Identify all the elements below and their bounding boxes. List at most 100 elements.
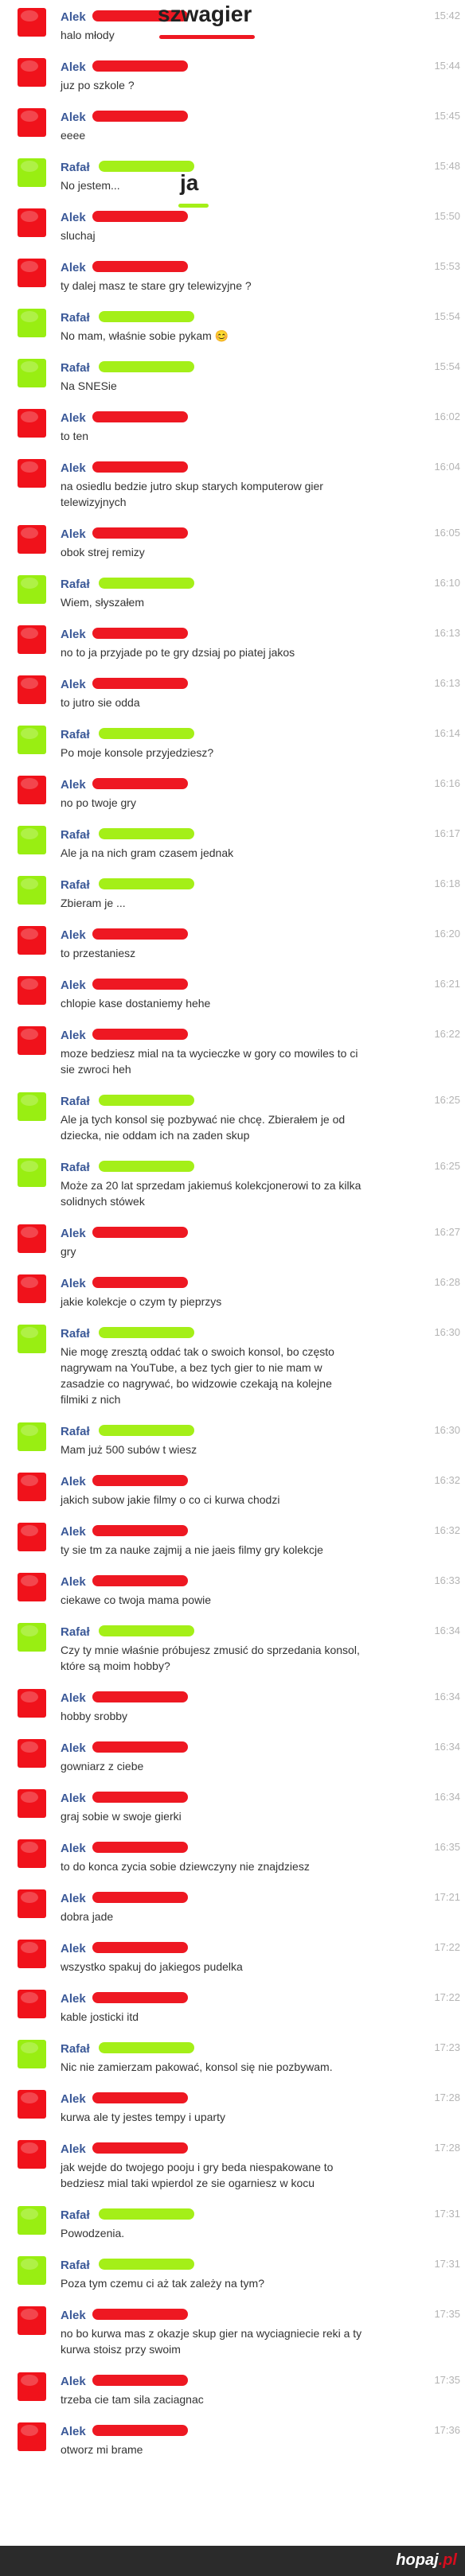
sender-name[interactable]: Rafał <box>61 361 90 375</box>
sender-name[interactable]: Alek <box>61 778 86 792</box>
avatar[interactable] <box>18 259 46 287</box>
sender-name[interactable]: Alek <box>61 211 86 224</box>
sender-name[interactable]: Alek <box>61 1792 86 1805</box>
avatar[interactable] <box>18 359 46 387</box>
sender-name[interactable]: Rafał <box>61 728 90 741</box>
sender-name[interactable]: Alek <box>61 111 86 124</box>
avatar[interactable] <box>18 1158 46 1187</box>
avatar[interactable] <box>18 1990 46 2018</box>
avatar[interactable] <box>18 726 46 754</box>
sender-name[interactable]: Alek <box>61 261 86 274</box>
avatar[interactable] <box>18 926 46 955</box>
sender-name[interactable]: Rafał <box>61 1425 90 1438</box>
sender-name[interactable]: Alek <box>61 1992 86 2006</box>
avatar[interactable] <box>18 525 46 554</box>
sender-name[interactable]: Alek <box>61 2375 86 2388</box>
sender-name[interactable]: Rafał <box>61 578 90 591</box>
avatar[interactable] <box>18 575 46 604</box>
avatar[interactable] <box>18 1422 46 1451</box>
avatar[interactable] <box>18 1325 46 1353</box>
avatar[interactable] <box>18 675 46 704</box>
avatar[interactable] <box>18 409 46 438</box>
avatar[interactable] <box>18 1940 46 1968</box>
sender-name[interactable]: Alek <box>61 1691 86 1705</box>
avatar[interactable] <box>18 625 46 654</box>
sender-name[interactable]: Rafał <box>61 2042 90 2056</box>
sender-name[interactable]: Alek <box>61 628 86 641</box>
avatar[interactable] <box>18 1689 46 1718</box>
avatar[interactable] <box>18 8 46 37</box>
message-line: bedziesz mial taki wpierdol ze sie ogarn… <box>61 2177 315 2189</box>
avatar[interactable] <box>18 1573 46 1601</box>
sender-name[interactable]: Alek <box>61 2142 86 2156</box>
avatar[interactable] <box>18 1523 46 1551</box>
message-line: Zbieram je ... <box>61 897 126 909</box>
sender-name[interactable]: Alek <box>61 1277 86 1290</box>
sender-name[interactable]: Alek <box>61 1525 86 1539</box>
sender-name[interactable]: Rafał <box>61 1161 90 1174</box>
avatar[interactable] <box>18 208 46 237</box>
avatar[interactable] <box>18 459 46 488</box>
sender-name[interactable]: Alek <box>61 2425 86 2438</box>
sender-name[interactable]: Alek <box>61 1741 86 1755</box>
avatar-highlight <box>21 578 38 589</box>
sender-name[interactable]: Alek <box>61 461 86 475</box>
avatar[interactable] <box>18 58 46 87</box>
avatar[interactable] <box>18 309 46 337</box>
sender-name[interactable]: Alek <box>61 1227 86 1240</box>
message-timestamp: 16:25 <box>434 1094 460 1106</box>
sender-name[interactable]: Alek <box>61 928 86 942</box>
sender-name[interactable]: Alek <box>61 411 86 425</box>
sender-name[interactable]: Alek <box>61 1942 86 1955</box>
avatar[interactable] <box>18 1274 46 1303</box>
avatar[interactable] <box>18 1092 46 1121</box>
avatar[interactable] <box>18 1224 46 1253</box>
sender-name[interactable]: Rafał <box>61 311 90 325</box>
sender-name[interactable]: Rafał <box>61 878 90 892</box>
avatar[interactable] <box>18 1026 46 1055</box>
sender-name[interactable]: Alek <box>61 1575 86 1589</box>
sender-name[interactable]: Rafał <box>61 161 90 174</box>
avatar[interactable] <box>18 976 46 1005</box>
sender-name[interactable]: Alek <box>61 10 86 24</box>
avatar[interactable] <box>18 2040 46 2068</box>
sender-name[interactable]: Rafał <box>61 828 90 842</box>
avatar[interactable] <box>18 876 46 905</box>
sender-name[interactable]: Alek <box>61 1029 86 1042</box>
avatar[interactable] <box>18 1623 46 1652</box>
avatar[interactable] <box>18 2306 46 2335</box>
avatar[interactable] <box>18 1739 46 1768</box>
sender-name[interactable]: Rafał <box>61 1327 90 1341</box>
message-timestamp: 17:21 <box>434 1891 460 1903</box>
sender-name[interactable]: Alek <box>61 1892 86 1905</box>
sender-name[interactable]: Rafał <box>61 1095 90 1108</box>
sender-name[interactable]: Alek <box>61 2309 86 2322</box>
avatar[interactable] <box>18 158 46 187</box>
sender-name[interactable]: Alek <box>61 60 86 74</box>
avatar[interactable] <box>18 2206 46 2235</box>
avatar[interactable] <box>18 826 46 854</box>
sender-name[interactable]: Rafał <box>61 1625 90 1639</box>
sender-name[interactable]: Alek <box>61 2092 86 2106</box>
avatar[interactable] <box>18 2256 46 2285</box>
sender-name[interactable]: Alek <box>61 1842 86 1855</box>
sender-name[interactable]: Alek <box>61 678 86 691</box>
message-timestamp: 16:16 <box>434 777 460 789</box>
avatar[interactable] <box>18 1473 46 1501</box>
avatar[interactable] <box>18 1789 46 1818</box>
brand-name: hopaj <box>396 2551 439 2569</box>
avatar[interactable] <box>18 1889 46 1918</box>
sender-name[interactable]: Alek <box>61 979 86 992</box>
avatar[interactable] <box>18 2372 46 2401</box>
sender-name[interactable]: Alek <box>61 527 86 541</box>
avatar[interactable] <box>18 108 46 137</box>
avatar[interactable] <box>18 2422 46 2451</box>
avatar[interactable] <box>18 776 46 804</box>
avatar[interactable] <box>18 1839 46 1868</box>
avatar[interactable] <box>18 2090 46 2119</box>
avatar[interactable] <box>18 2140 46 2169</box>
sender-name[interactable]: Alek <box>61 1475 86 1488</box>
sender-name[interactable]: Rafał <box>61 2208 90 2222</box>
sender-name[interactable]: Rafał <box>61 2259 90 2272</box>
message-text: Powodzenia. <box>61 2225 419 2241</box>
